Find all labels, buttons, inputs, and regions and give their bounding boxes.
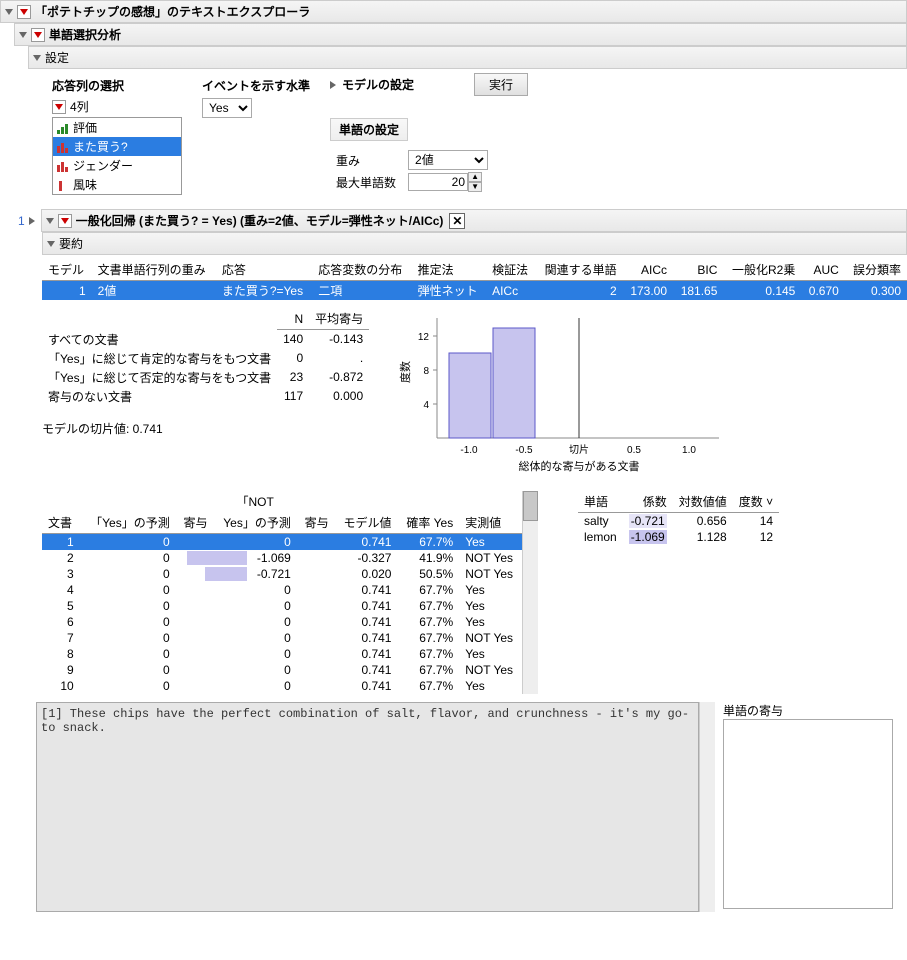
intercept-label: モデルの切片値: 0.741 [42, 420, 369, 437]
y-axis-label: 度数 [399, 361, 412, 383]
menu-button[interactable] [58, 214, 72, 228]
svg-text:-1.0: -1.0 [461, 445, 479, 456]
main-title: 「ポテトチップの感想」のテキストエクスプローラ [35, 3, 310, 20]
menu-button[interactable] [17, 5, 31, 19]
disclosure-icon[interactable] [5, 9, 13, 15]
list-item[interactable]: 評価 [53, 118, 181, 137]
disclosure-icon[interactable] [29, 217, 35, 225]
table-row[interactable]: 30-0.7210.02050.5%NOT Yes [42, 566, 522, 582]
svg-text:切片: 切片 [569, 443, 589, 456]
table-row[interactable]: lemon -1.069 1.128 12 [578, 529, 779, 545]
event-level-select[interactable]: Yes [202, 98, 252, 118]
histogram-chart: 度数 4 8 12 -1.0 -0.5 切片 0.5 [399, 308, 739, 481]
list-item[interactable]: 風味 [53, 175, 181, 194]
table-row: 寄与のない文書1170.000 [42, 387, 369, 406]
response-listbox[interactable]: 評価 また買う? ジェンダー 風味 [52, 117, 182, 195]
list-item[interactable]: また買う? [53, 137, 181, 156]
wordsel-title: 単語選択分析 [49, 26, 121, 43]
spinner-down[interactable]: ▼ [468, 182, 482, 192]
svg-text:4: 4 [424, 400, 430, 411]
contrib-table: N平均寄与 すべての文書140-0.143 「Yes」に総じて肯定的な寄与をもつ… [42, 308, 369, 406]
event-level-label: イベントを示す水準 [202, 77, 310, 94]
word-contrib-title: 単語の寄与 [723, 702, 893, 719]
disclosure-icon[interactable] [46, 218, 54, 224]
four-cols-label: 4列 [70, 98, 89, 115]
table-row: 「Yes」に総じて否定的な寄与をもつ文書23-0.872 [42, 368, 369, 387]
disclosure-icon[interactable] [330, 81, 336, 89]
scrollbar[interactable] [699, 702, 715, 912]
list-item[interactable]: ジェンダー [53, 156, 181, 175]
max-words-label: 最大単語数 [330, 171, 402, 193]
table-row[interactable]: 7000.74167.7%NOT Yes [42, 630, 522, 646]
table-row: すべての文書140-0.143 [42, 330, 369, 349]
bar-icon [57, 142, 69, 152]
table-row[interactable]: 8000.74167.7%Yes [42, 646, 522, 662]
model-settings-label: モデルの設定 [342, 76, 414, 93]
weight-select[interactable]: 2値 [408, 150, 488, 170]
table-row[interactable]: salty -0.721 0.656 14 [578, 513, 779, 530]
x-axis-label: 総体的な寄与がある文書 [519, 459, 640, 473]
table-row[interactable]: 9000.74167.7%NOT Yes [42, 662, 522, 678]
word-contrib-box [723, 719, 893, 909]
menu-button[interactable] [31, 28, 45, 42]
close-button[interactable]: ✕ [449, 213, 465, 229]
run-button[interactable]: 実行 [474, 73, 528, 96]
summary-title: 要約 [59, 235, 83, 252]
table-row[interactable]: 20-1.069-0.32741.9%NOT Yes [42, 550, 522, 566]
summary-row[interactable]: 1 2値 また買う?=Yes 二項 弾性ネット AICc 2 173.00 18… [42, 281, 907, 301]
table-row[interactable]: 1000.74167.7%Yes [42, 534, 522, 551]
spinner-up[interactable]: ▲ [468, 172, 482, 182]
table-row[interactable]: 5000.74167.7%Yes [42, 598, 522, 614]
max-words-input[interactable] [408, 173, 468, 191]
settings-body: 応答列の選択 4列 評価 また買う? ジェンダー 風味 イベントを示す水準 [28, 69, 907, 203]
bar-icon [57, 123, 69, 133]
summary-table: モデル 文書単語行列の重み 応答 応答変数の分布 推定法 検証法 関連する単語 … [42, 259, 907, 300]
anchor-number: 1 [18, 214, 25, 228]
settings-title: 設定 [45, 49, 69, 66]
settings-header: 設定 [28, 46, 907, 69]
document-table: 文書 「Yes」の予測 寄与 「NOT 寄与 モデル値 確率 Yes 実測値 Y… [42, 491, 522, 694]
word-settings-label: 単語の設定 [330, 118, 408, 141]
main-header: 「ポテトチップの感想」のテキストエクスプローラ [0, 0, 907, 23]
disclosure-icon[interactable] [19, 32, 27, 38]
table-row: 「Yes」に総じて肯定的な寄与をもつ文書0. [42, 349, 369, 368]
glm-title: 一般化回帰 (また買う? = Yes) (重み=2値、モデル=弾性ネット/AIC… [76, 212, 444, 229]
document-text-view[interactable]: [1] These chips have the perfect combina… [36, 702, 699, 912]
svg-text:12: 12 [418, 332, 430, 343]
scrollbar[interactable] [522, 491, 538, 694]
table-row[interactable]: 6000.74167.7%Yes [42, 614, 522, 630]
terms-table: 単語 係数 対数値値 度数 ˅ salty -0.721 0.656 14 le… [578, 491, 779, 545]
wordsel-header: 単語選択分析 [14, 23, 907, 46]
svg-text:0.5: 0.5 [627, 445, 641, 456]
weight-label: 重み [330, 149, 402, 171]
svg-text:1.0: 1.0 [682, 445, 696, 456]
disclosure-icon[interactable] [33, 55, 41, 61]
disclosure-icon[interactable] [47, 241, 55, 247]
glm-header: 一般化回帰 (また買う? = Yes) (重み=2値、モデル=弾性ネット/AIC… [41, 209, 907, 232]
summary-header: 要約 [42, 232, 907, 255]
svg-text:8: 8 [424, 366, 430, 377]
table-row[interactable]: 4000.74167.7%Yes [42, 582, 522, 598]
table-row[interactable]: 10000.74167.7%Yes [42, 678, 522, 694]
col-select-label: 応答列の選択 [52, 77, 182, 94]
svg-text:-0.5: -0.5 [516, 445, 534, 456]
menu-button[interactable] [52, 100, 66, 114]
bar-icon [57, 161, 69, 171]
bar-icon [57, 180, 69, 190]
